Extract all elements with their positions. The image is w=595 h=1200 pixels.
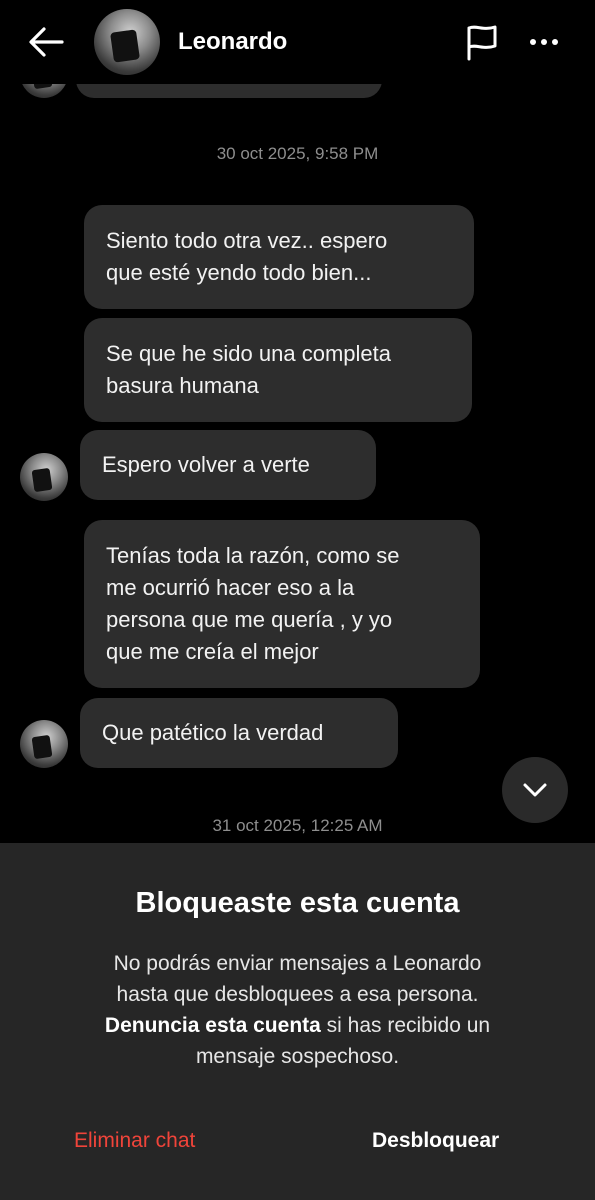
message-text: persona que me quería , y yo (106, 607, 393, 632)
blocked-account-panel: Bloqueaste esta cuenta No podrás enviar … (0, 843, 595, 1200)
report-button[interactable] (464, 22, 500, 62)
message-text: Siento todo otra vez.. espero (106, 228, 388, 253)
report-account-link[interactable]: Denuncia esta cuenta (105, 1014, 321, 1037)
message-text: Se que he sido una completa (106, 341, 391, 366)
message-text: que me creía el mejor (106, 639, 319, 664)
message-text: me ocurrió hacer eso a la (106, 575, 355, 600)
message-bubble[interactable]: Se que he sido una completa basura human… (84, 318, 472, 422)
more-icon (530, 39, 536, 45)
message-bubble[interactable]: Tenías toda la razón, como se me ocurrió… (84, 520, 480, 688)
more-icon-dot (552, 39, 558, 45)
message-text: basura humana (106, 373, 259, 398)
contact-name[interactable]: Leonardo (178, 28, 287, 56)
blocked-title: Bloqueaste esta cuenta (135, 887, 460, 919)
message-text: Tenías toda la razón, como se (106, 543, 400, 568)
message-avatar[interactable] (20, 720, 68, 768)
message-avatar[interactable] (20, 453, 68, 501)
message-bubble-partial[interactable] (76, 84, 382, 98)
message-text: que esté yendo todo bien... (106, 260, 372, 285)
blocked-text-line: mensaje sospechoso. (195, 1045, 400, 1068)
unblock-button[interactable]: Desbloquear (372, 1129, 499, 1153)
back-arrow-icon (29, 27, 64, 57)
blocked-description: No podrás enviar mensajes a Leonardo has… (50, 948, 545, 1072)
avatar[interactable] (94, 9, 160, 75)
timestamp: 31 oct 2025, 12:25 AM (212, 816, 383, 835)
flag-icon (467, 25, 497, 61)
blocked-text-line: hasta que desbloquees a esa persona. (116, 983, 479, 1006)
blocked-text-line: No podrás enviar mensajes a Leonardo (113, 952, 482, 975)
timestamp: 30 oct 2025, 9:58 PM (216, 144, 379, 163)
message-text: Que patético la verdad (102, 720, 324, 745)
message-text: Espero volver a verte (102, 452, 310, 477)
blocked-text-line: Denuncia esta cuenta si has recibido un (50, 1010, 545, 1041)
message-bubble[interactable]: Espero volver a verte (80, 430, 376, 500)
message-avatar[interactable] (20, 84, 68, 98)
more-options-button[interactable] (530, 36, 566, 48)
more-icon-dot (541, 39, 547, 45)
chat-header: Leonardo (0, 0, 595, 84)
back-button[interactable] (26, 24, 66, 60)
scroll-to-bottom-button[interactable] (502, 757, 568, 823)
chevron-down-icon (523, 783, 547, 797)
delete-chat-button[interactable]: Eliminar chat (74, 1129, 195, 1153)
message-bubble[interactable]: Que patético la verdad (80, 698, 398, 768)
message-list[interactable]: 30 oct 2025, 9:58 PM Siento todo otra ve… (0, 84, 595, 844)
message-bubble[interactable]: Siento todo otra vez.. espero que esté y… (84, 205, 474, 309)
blocked-text-fragment: si has recibido un (320, 1014, 491, 1037)
